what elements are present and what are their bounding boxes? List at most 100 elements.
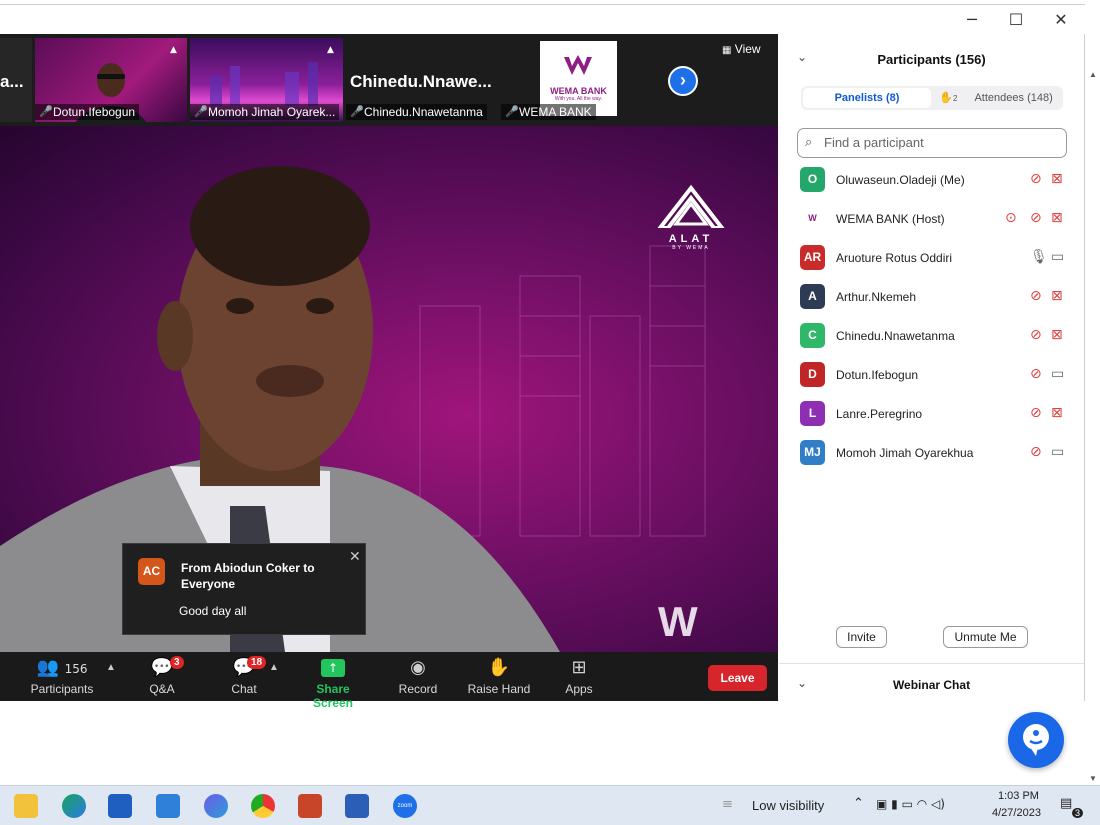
thumb-label: 🎤 WEMA BANK [501,104,596,120]
mail-icon[interactable] [156,794,180,818]
participant-name: Chinedu.Nnawetanma [836,329,955,343]
record-button[interactable]: ◉ Record [396,656,440,696]
participant-row[interactable]: A Arthur.Nkemeh ⊘ ⊠ [779,279,1084,318]
participant-row[interactable]: AR Aruoture Rotus Oddiri 🎙 ▭ [779,240,1084,279]
participant-name: Aruoture Rotus Oddiri [836,251,953,265]
participant-name: WEMA BANK (Host) [836,212,945,226]
thumb-wema[interactable]: WEMA BANK With you. All the way. 🎤 WEMA … [501,38,653,122]
mic-muted-icon[interactable]: ⊘ [1030,444,1042,460]
powerpoint-icon[interactable] [298,794,322,818]
mic-muted-icon: 🎤 [39,105,53,118]
participant-row[interactable]: D Dotun.Ifebogun ⊘ ▭ [779,357,1084,396]
svg-text:▲: ▲ [327,45,334,55]
raise-hand-label: Raise Hand [467,682,531,696]
tray-icons[interactable]: ▣ ▮ ▭ ◠ ◁) [876,797,945,811]
help-chat-button[interactable] [1008,712,1064,768]
mic-muted-icon[interactable]: ⊘ [1030,171,1042,187]
participants-label: Participants [30,682,94,696]
invite-button[interactable]: Invite [836,626,887,648]
share-screen-label: Share Screen [312,682,354,710]
participants-caret-icon[interactable]: ▲ [106,662,116,673]
participants-count: 156 [64,662,88,676]
store-icon[interactable] [108,794,132,818]
webinar-chat-header[interactable]: ⌄ Webinar Chat [779,663,1084,701]
participant-name: Momoh Jimah Oyarekhua [836,446,974,460]
leave-button[interactable]: Leave [708,665,767,691]
video-area: a... ▲ 🎤 Dotun.Ifebogun ▲ 🎤 Momoh Jimah … [0,34,778,710]
share-screen-button[interactable]: ↑ Share Screen [296,656,370,710]
participant-row[interactable]: O Oluwaseun.Oladeji (Me) ⊘ ⊠ [779,162,1084,201]
webinar-chat-title: Webinar Chat [892,678,971,692]
word-icon[interactable] [345,794,369,818]
participant-row[interactable]: W WEMA BANK (Host) ⊙ ⊘ ⊠ [779,201,1084,240]
video-icon[interactable]: ▭ [1051,366,1064,382]
mic-muted-icon[interactable]: ⊘ [1030,210,1042,226]
maximize-button[interactable]: ☐ [1001,9,1031,31]
participants-button[interactable]: 👥 156 Participants [28,656,96,696]
unmute-me-button[interactable]: Unmute Me [943,626,1028,648]
chat-bot-icon [1023,724,1049,756]
toast-sender: From Abiodun Coker to Everyone [181,561,315,591]
notification-icon[interactable]: ▤ [1060,796,1072,811]
next-page-button[interactable]: › [668,66,698,96]
copilot-icon[interactable] [204,794,228,818]
video-off-icon[interactable]: ⊠ [1051,288,1063,304]
chrome-icon[interactable] [251,794,275,818]
zoom-icon[interactable]: zoom [393,794,417,818]
thumb-dotun[interactable]: ▲ 🎤 Dotun.Ifebogun [35,38,187,122]
participant-row[interactable]: MJ Momoh Jimah Oyarekhua ⊘ ▭ [779,435,1084,474]
apps-button[interactable]: ⊞ Apps [559,656,599,696]
minimize-button[interactable]: ─ [957,9,987,31]
alat-logo: ALAT BY WEMA [655,184,727,251]
thumb-momoh[interactable]: ▲ 🎤 Momoh Jimah Oyarek... [190,38,343,122]
wema-logo-icon [564,55,592,75]
scroll-up-icon[interactable]: ▲ [1089,70,1097,79]
participant-row[interactable]: L Lanre.Peregrino ⊘ ⊠ [779,396,1084,435]
mic-muted-icon[interactable]: ⊘ [1030,366,1042,382]
mic-muted-icon[interactable]: ⊘ [1030,327,1042,343]
video-off-icon[interactable]: ⊠ [1051,405,1063,421]
clock-time[interactable]: 1:03 PM [998,790,1039,802]
raise-hand-button[interactable]: ✋ Raise Hand [466,656,532,696]
mic-muted-icon[interactable]: ⊘ [1030,288,1042,304]
thumb-label: 🎤 Chinedu.Nnawetanma [346,104,487,120]
view-button[interactable]: ▦ View [722,42,761,56]
mic-muted-icon[interactable]: ⊘ [1030,405,1042,421]
file-explorer-icon[interactable] [14,794,38,818]
chat-label: Chat [231,682,257,696]
tab-panelists[interactable]: Panelists (8) [803,88,931,108]
video-icon[interactable]: ▭ [1051,444,1064,460]
alat-logo-text: ALAT [668,233,714,245]
close-button[interactable]: ✕ [1046,9,1076,31]
raised-hand-count: 2 [952,94,958,103]
search-participant-input[interactable]: ⌕ Find a participant [797,128,1067,158]
thumb-chinedu[interactable]: Chinedu.Nnawe... 🎤 Chinedu.Nnawetanma [346,38,498,122]
thumb-partial[interactable]: a... [0,38,32,122]
apps-label: Apps [565,682,593,696]
clock-date[interactable]: 4/27/2023 [992,807,1041,819]
wema-logo-tagline: With you. All the way. [554,96,603,102]
close-icon[interactable]: ✕ [349,548,361,565]
chat-notification[interactable]: AC From Abiodun Coker to Everyone Good d… [122,543,366,635]
chat-button[interactable]: 💬 18 Chat [222,656,267,696]
view-label: View [734,42,761,56]
mic-icon[interactable]: 🎙 [1030,249,1048,265]
scroll-down-icon[interactable]: ▼ [1089,774,1097,783]
video-off-icon[interactable]: ⊠ [1051,210,1063,226]
mic-muted-icon: 🎤 [350,105,364,118]
qa-button[interactable]: 💬 3 Q&A [140,656,184,696]
weather-text[interactable]: Low visibility [752,798,824,813]
tray-chevron-icon[interactable]: ⌃ [853,796,864,811]
notification-count: 3 [1072,808,1084,818]
chat-caret-icon[interactable]: ▲ [269,662,279,673]
mic-muted-icon: 🎤 [505,105,519,118]
tab-attendees[interactable]: ✋2 Attendees (148) [931,88,1061,108]
edge-icon[interactable] [62,794,86,818]
video-icon[interactable]: ▭ [1051,249,1064,265]
thumb-chinedu-tile-name: Chinedu.Nnawe... [350,72,492,91]
toast-message: Good day all [179,604,247,618]
participant-row[interactable]: C Chinedu.Nnawetanma ⊘ ⊠ [779,318,1084,357]
video-off-icon[interactable]: ⊠ [1051,171,1063,187]
video-off-icon[interactable]: ⊠ [1051,327,1063,343]
raise-hand-icon: ✋ [487,657,511,678]
